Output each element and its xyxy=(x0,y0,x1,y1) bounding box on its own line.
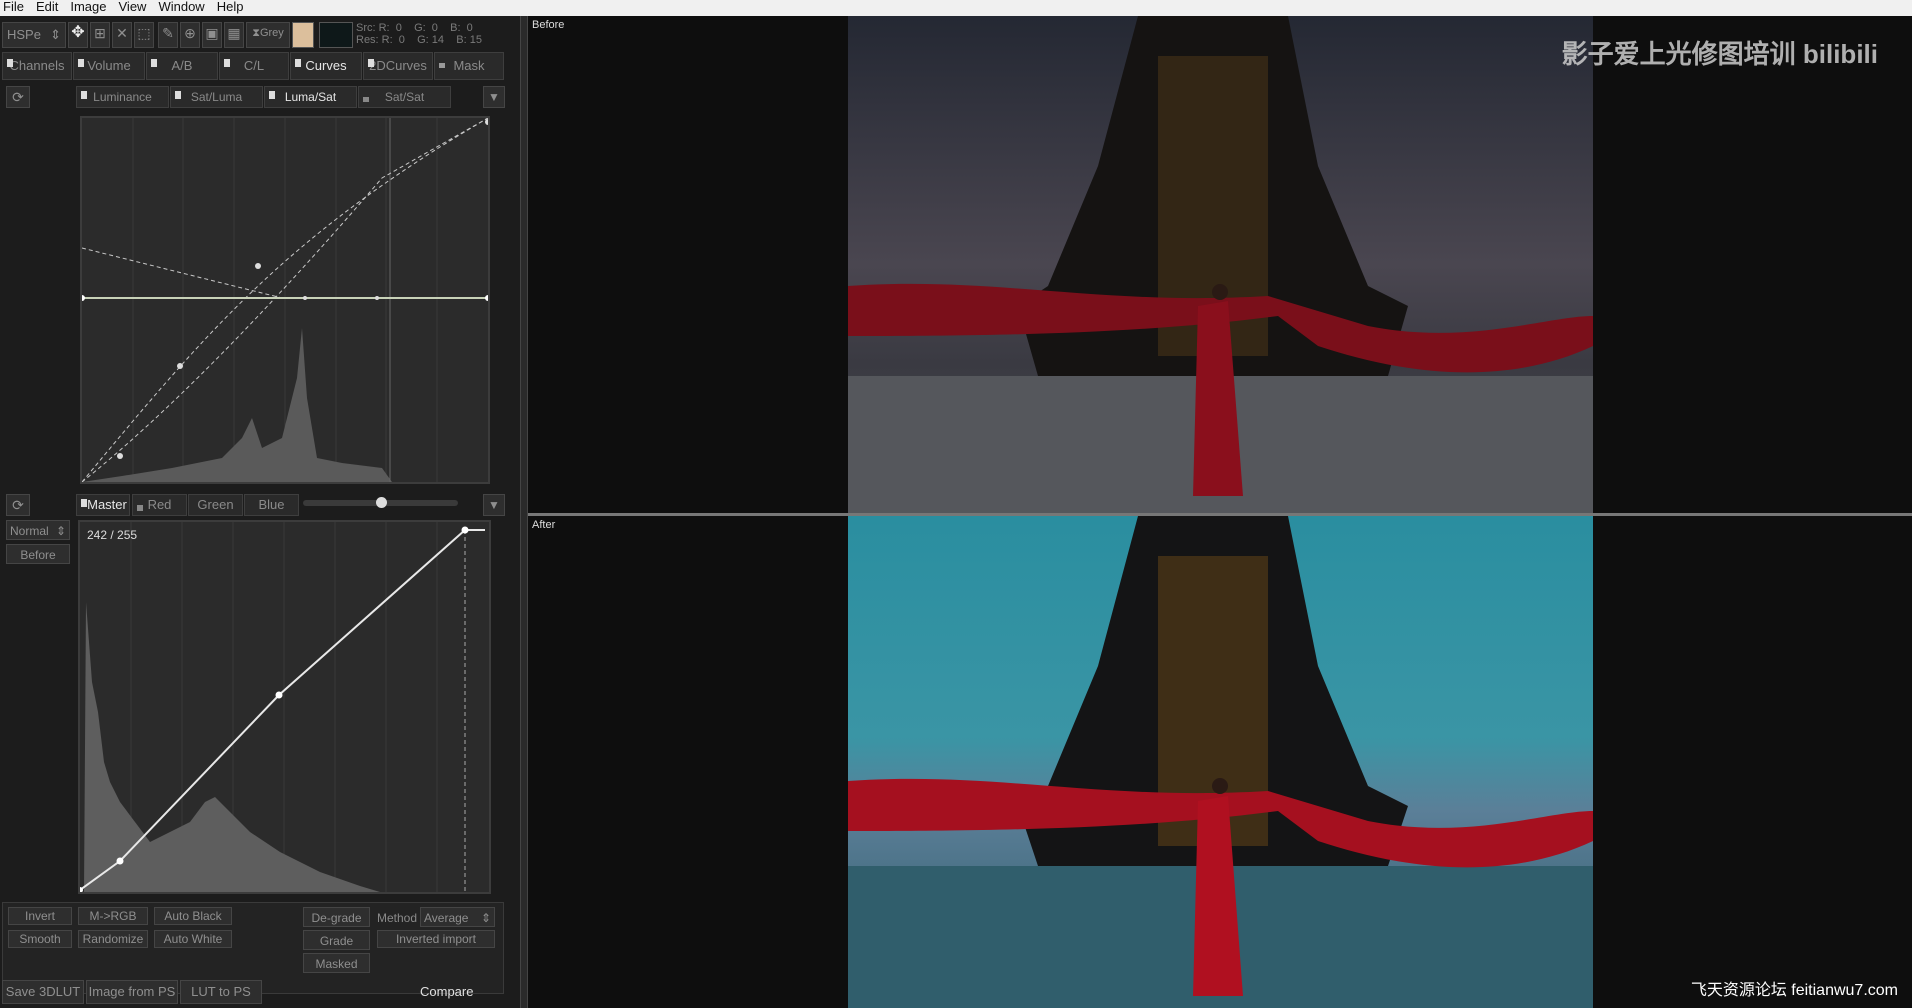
expand-tool-icon[interactable]: ⊞ xyxy=(90,22,110,48)
marquee-tool-icon[interactable]: ⬚ xyxy=(134,22,154,48)
pixel-readout: Src: R: 0 G: 0 B: 0 Res: R: 0 G: 14 B: 15 xyxy=(356,22,482,46)
histogram xyxy=(82,328,392,482)
strength-slider[interactable] xyxy=(303,497,458,508)
panel-splitter[interactable] xyxy=(520,16,528,1008)
mode-value: HSPe xyxy=(7,27,41,42)
subtab-sat-luma[interactable]: Sat/Luma xyxy=(170,86,263,108)
channel-red[interactable]: Red xyxy=(132,494,187,516)
frame-icon[interactable]: ▣ xyxy=(202,22,222,48)
spinner-icon: ⇕ xyxy=(480,911,491,925)
after-pane: After 飞天资源论坛 feitianwu7.com xyxy=(528,516,1912,1008)
grey-button[interactable]: ⧗Grey xyxy=(246,22,290,48)
watermark-text: 影子爱上光修图培训 bilibili xyxy=(1561,39,1878,69)
image-from-ps-button[interactable]: Image from PS xyxy=(86,980,178,1004)
reset-curve-icon[interactable]: ⟳ xyxy=(6,86,30,108)
control-panel: HSPe ⇕ ✥ ⊞ ✕ ⬚ ✎ ⊕ ▣ ▦ ⧗Grey Src: R: 0 G:… xyxy=(0,16,520,1008)
site-watermark: 飞天资源论坛 feitianwu7.com xyxy=(1690,982,1898,999)
channel-blue[interactable]: Blue xyxy=(244,494,299,516)
tab-curves[interactable]: Curves xyxy=(290,52,362,80)
spinner-icon: ⇕ xyxy=(55,524,66,538)
subtab-sat-sat[interactable]: Sat/Sat xyxy=(358,86,451,108)
menu-image[interactable]: Image xyxy=(67,0,115,16)
menu-edit[interactable]: Edit xyxy=(33,0,67,16)
src-readout: Src: R: 0 G: 0 B: 0 xyxy=(356,22,473,34)
menu-help[interactable]: Help xyxy=(214,0,253,16)
save-3dlut-button[interactable]: Save 3DLUT xyxy=(2,980,84,1004)
reset-master-icon[interactable]: ⟳ xyxy=(6,494,30,516)
auto-black-button[interactable]: Auto Black xyxy=(154,907,232,925)
subtab-luma-sat[interactable]: Luma/Sat xyxy=(264,86,357,108)
tab-cl[interactable]: C/L xyxy=(219,52,289,80)
method-label: Method xyxy=(377,911,418,925)
grey-label: Grey xyxy=(259,27,284,39)
before-photo xyxy=(848,16,1593,513)
zoom-tool-icon[interactable]: ⊕ xyxy=(180,22,200,48)
invert-button[interactable]: Invert xyxy=(8,907,72,925)
after-label: After xyxy=(532,519,556,531)
channel-master[interactable]: Master xyxy=(76,494,130,516)
tab-2dcurves[interactable]: 2DCurves xyxy=(363,52,433,80)
m-to-rgb-button[interactable]: M->RGB xyxy=(78,907,148,925)
method-select[interactable]: Average ⇕ xyxy=(420,907,495,927)
curve-readout: 242 / 255 xyxy=(87,528,138,542)
spinner-icon: ⇕ xyxy=(50,27,61,42)
masked-button[interactable]: Masked xyxy=(303,953,370,973)
degrade-button[interactable]: De-grade xyxy=(303,907,370,927)
hourglass-icon: ⧗ xyxy=(252,27,260,39)
menu-file[interactable]: File xyxy=(0,0,33,16)
color-swatch-source[interactable] xyxy=(292,22,314,48)
grade-button[interactable]: Grade xyxy=(303,930,370,950)
menu-view[interactable]: View xyxy=(116,0,156,16)
compare-button[interactable]: Compare xyxy=(420,984,473,999)
smooth-button[interactable]: Smooth xyxy=(8,930,72,948)
eyedropper-icon[interactable]: ✎ xyxy=(158,22,178,48)
slider-handle[interactable] xyxy=(375,497,387,508)
randomize-button[interactable]: Randomize xyxy=(78,930,148,948)
menu-window[interactable]: Window xyxy=(155,0,213,16)
tab-mask[interactable]: Mask xyxy=(434,52,504,80)
master-curve-graph[interactable]: 242 / 255 xyxy=(77,520,491,894)
before-label: Before xyxy=(532,19,565,31)
color-swatch-result xyxy=(319,22,353,48)
blend-mode-select[interactable]: Normal ⇕ xyxy=(6,520,70,540)
tab-ab[interactable]: A/B xyxy=(146,52,218,80)
luma-sat-curve-graph[interactable] xyxy=(79,116,491,484)
dropdown-arrow-icon[interactable]: ▼ xyxy=(483,494,505,516)
before-button[interactable]: Before xyxy=(6,544,70,564)
dropdown-arrow-icon[interactable]: ▼ xyxy=(483,86,505,108)
auto-white-button[interactable]: Auto White xyxy=(154,930,232,948)
mode-select[interactable]: HSPe ⇕ xyxy=(2,22,66,48)
tab-channels[interactable]: Channels xyxy=(2,52,72,80)
before-pane: Before 影子爱上光修图培训 bilibili xyxy=(528,16,1912,513)
lut-to-ps-button[interactable]: LUT to PS xyxy=(180,980,262,1004)
menu-bar: File Edit Image View Window Help xyxy=(0,0,1912,16)
inverted-import-button[interactable]: Inverted import xyxy=(377,930,495,948)
subtab-luminance[interactable]: Luminance xyxy=(76,86,169,108)
shrink-tool-icon[interactable]: ✕ xyxy=(112,22,132,48)
after-photo xyxy=(848,516,1593,1008)
tab-volume[interactable]: Volume xyxy=(73,52,145,80)
grid-icon[interactable]: ▦ xyxy=(224,22,244,48)
move-tool-icon[interactable]: ✥ xyxy=(68,22,88,48)
res-readout: Res: R: 0 G: 14 B: 15 xyxy=(356,34,482,46)
channel-green[interactable]: Green xyxy=(188,494,243,516)
